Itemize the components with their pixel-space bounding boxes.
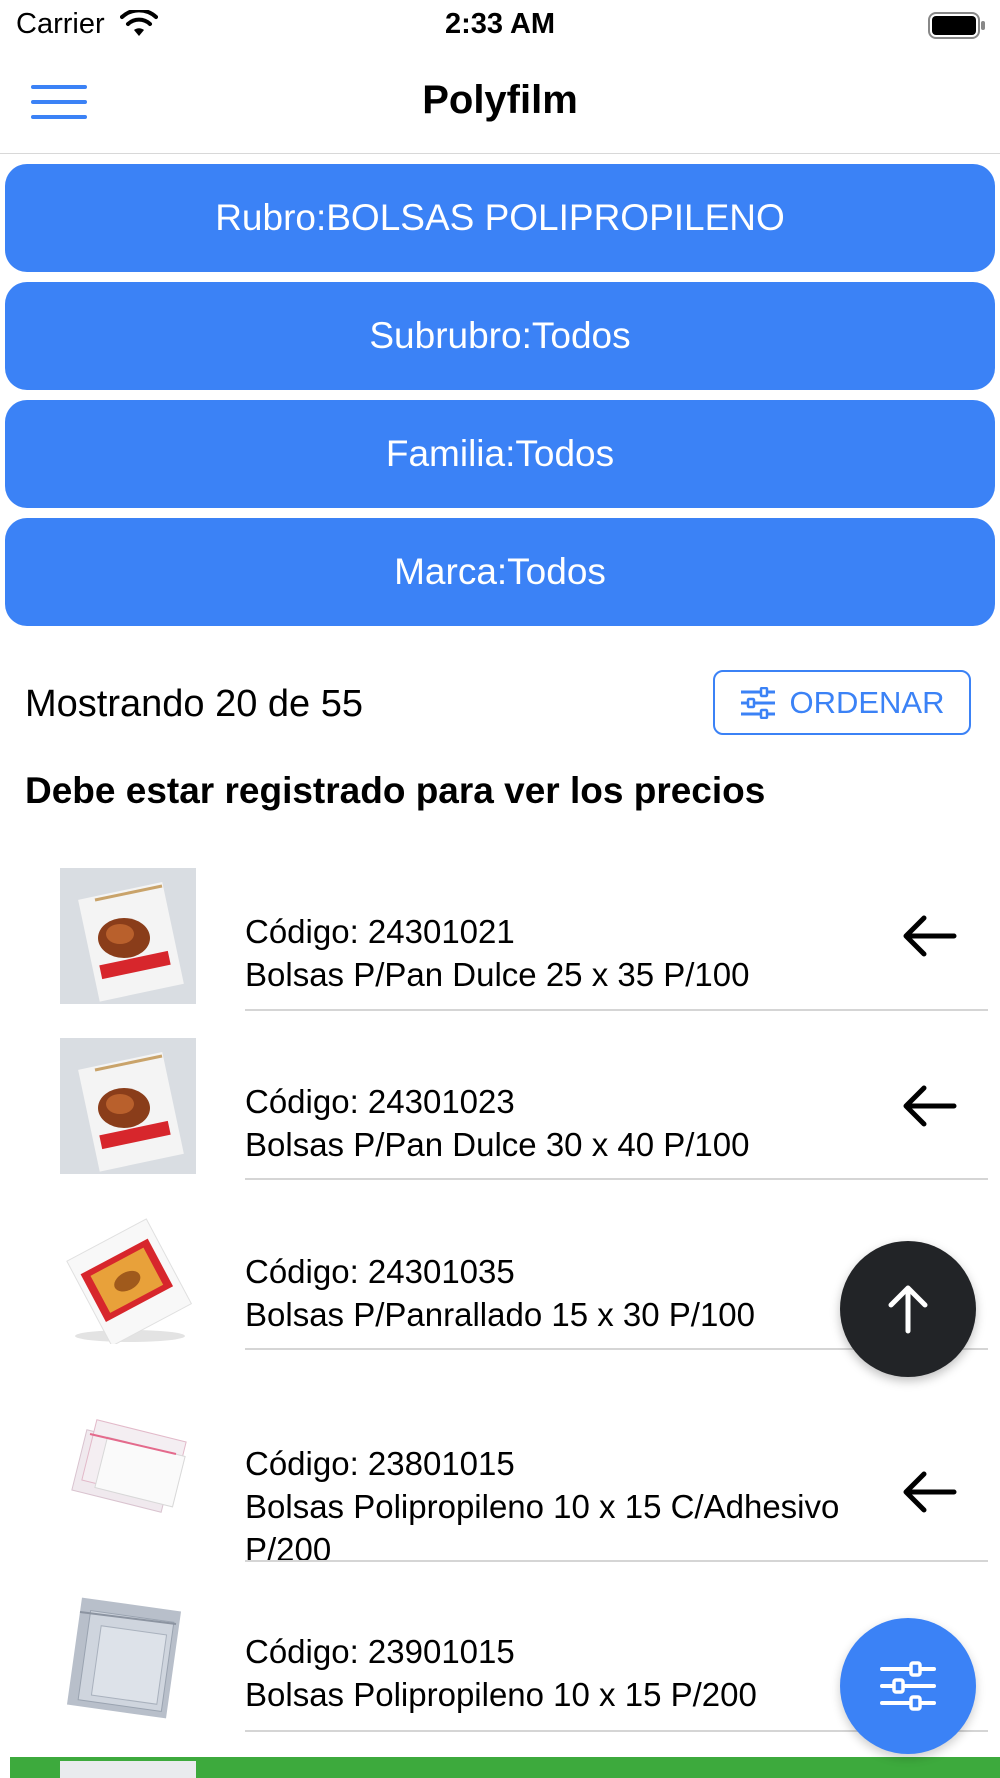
arrow-up-icon: [888, 1285, 928, 1334]
filter-button[interactable]: [840, 1618, 976, 1754]
battery-icon: [928, 12, 985, 39]
status-bar: Carrier 2:33 AM: [0, 0, 1000, 52]
product-text: Código: 24301035 Bolsas P/Panrallado 15 …: [245, 1250, 865, 1336]
scroll-to-top-button[interactable]: [840, 1241, 976, 1377]
product-code: Código: 24301023: [245, 1083, 515, 1120]
product-image: [60, 1208, 196, 1344]
product-name: Bolsas P/Panrallado 15 x 30 P/100: [245, 1296, 756, 1333]
marca-filter-button[interactable]: Marca:Todos: [5, 518, 995, 626]
product-text: Código: 23901015 Bolsas Polipropileno 10…: [245, 1630, 865, 1716]
divider: [245, 1178, 988, 1180]
sliders-icon: [741, 686, 776, 719]
familia-filter-button[interactable]: Familia:Todos: [5, 400, 995, 508]
sliders-icon: [880, 1661, 936, 1711]
arrow-left-icon[interactable]: [900, 1468, 958, 1516]
product-code: Código: 23801015: [245, 1445, 515, 1482]
order-button[interactable]: ORDENAR: [713, 670, 971, 735]
product-image: [60, 1038, 196, 1174]
product-text: Código: 23801015 Bolsas Polipropileno 10…: [245, 1442, 865, 1571]
product-code: Código: 24301035: [245, 1253, 515, 1290]
nav-bar: Polyfilm: [0, 52, 1000, 154]
product-code: Código: 24301021: [245, 913, 515, 950]
product-image: [60, 1400, 196, 1536]
page-title: Polyfilm: [422, 78, 578, 122]
divider: [245, 1009, 988, 1011]
arrow-left-icon[interactable]: [900, 1082, 958, 1130]
arrow-left-icon[interactable]: [900, 912, 958, 960]
subrubro-filter-button[interactable]: Subrubro:Todos: [5, 282, 995, 390]
product-name: Bolsas Polipropileno 10 x 15 P/200: [245, 1676, 757, 1713]
product-image: [60, 1588, 196, 1724]
order-button-label: ORDENAR: [789, 684, 945, 720]
product-name: Bolsas P/Pan Dulce 25 x 35 P/100: [245, 956, 750, 993]
product-text: Código: 24301021 Bolsas P/Pan Dulce 25 x…: [245, 910, 865, 996]
results-count: Mostrando 20 de 55: [25, 683, 364, 725]
product-image: [60, 1761, 196, 1778]
product-name: Bolsas P/Pan Dulce 30 x 40 P/100: [245, 1126, 750, 1163]
divider: [245, 1560, 988, 1562]
product-code: Código: 23901015: [245, 1633, 515, 1670]
rubro-filter-button[interactable]: Rubro:BOLSAS POLIPROPILENO: [5, 164, 995, 272]
registration-notice: Debe estar registrado para ver los preci…: [25, 770, 766, 811]
product-text: Código: 24301023 Bolsas P/Pan Dulce 30 x…: [245, 1080, 865, 1166]
product-image: [60, 868, 196, 1004]
product-name: Bolsas Polipropileno 10 x 15 C/Adhesivo …: [245, 1488, 840, 1568]
status-time: 2:33 AM: [444, 8, 556, 40]
